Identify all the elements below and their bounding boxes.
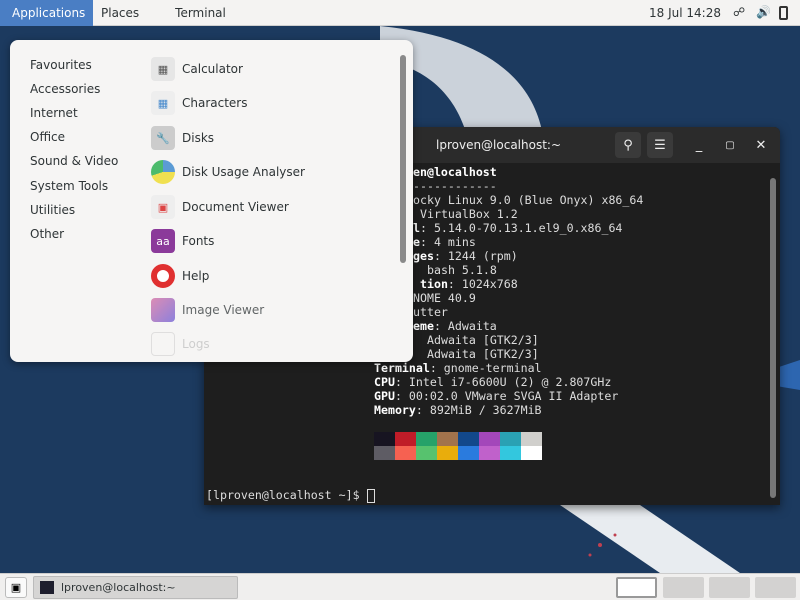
terminal-line: GPU: 00:02.0 VMware SVGA II Adapter — [374, 389, 619, 403]
terminal-line: Terminal: gnome-terminal — [374, 361, 542, 375]
app-fonts[interactable]: aa Fonts — [151, 228, 214, 254]
prompt-text: [lproven@localhost ~]$ — [206, 488, 367, 502]
close-icon[interactable]: ✕ — [748, 132, 774, 158]
text-cursor — [366, 488, 375, 503]
palette-swatch — [500, 432, 521, 446]
terminal-title: lproven@localhost:~ — [436, 138, 562, 152]
category-internet[interactable]: Internet — [30, 106, 78, 120]
workspace-4[interactable] — [755, 577, 796, 598]
menu-scrollbar[interactable] — [400, 55, 406, 263]
palette-swatch — [521, 446, 542, 460]
palette-swatch — [479, 432, 500, 446]
taskbar-window-label: lproven@localhost:~ — [61, 581, 176, 594]
app-label: Logs — [182, 337, 210, 351]
applications-label: Applications — [12, 5, 86, 20]
app-label: Disk Usage Analyser — [182, 165, 305, 179]
terminal-line: Memory: 892MiB / 3627MiB — [374, 403, 542, 417]
image-viewer-icon — [151, 298, 175, 322]
applications-menu-button[interactable]: Applications — [0, 0, 93, 26]
app-disk-usage-analyser[interactable]: Disk Usage Analyser — [151, 159, 305, 185]
palette-swatch — [458, 432, 479, 446]
palette-swatch — [416, 446, 437, 460]
app-label: Help — [182, 269, 210, 283]
app-calculator[interactable]: ▦ Calculator — [151, 56, 243, 82]
battery-icon[interactable] — [779, 6, 788, 20]
app-label: Characters — [182, 96, 248, 110]
characters-icon: ▦ — [151, 91, 175, 115]
fonts-icon: aa — [151, 229, 175, 253]
category-favourites[interactable]: Favourites — [30, 58, 92, 72]
app-label: Fonts — [182, 234, 215, 248]
app-characters[interactable]: ▦ Characters — [151, 90, 248, 116]
palette-swatch — [437, 446, 458, 460]
category-sound-video[interactable]: Sound & Video — [30, 154, 118, 168]
app-logs[interactable]: Logs — [151, 331, 210, 357]
terminal-line: ocky Linux 9.0 (Blue Onyx) x86_64 — [413, 193, 644, 207]
palette-swatch — [395, 446, 416, 460]
palette-swatch — [416, 432, 437, 446]
app-help[interactable]: Help — [151, 263, 209, 289]
palette-swatch — [374, 446, 395, 460]
taskbar-window-terminal[interactable]: lproven@localhost:~ — [33, 576, 238, 599]
places-menu-button[interactable]: Places — [93, 0, 147, 26]
palette-swatch — [500, 446, 521, 460]
show-desktop-icon[interactable]: ▣ — [5, 577, 27, 598]
network-icon[interactable]: ☍ — [733, 5, 745, 19]
palette-swatch — [521, 432, 542, 446]
pie-chart-icon — [151, 160, 175, 184]
document-viewer-icon: ▣ — [151, 195, 175, 219]
palette-swatch — [395, 432, 416, 446]
volume-icon[interactable]: 🔊 — [756, 5, 771, 19]
calculator-icon: ▦ — [151, 57, 175, 81]
bottom-taskbar: ▣ lproven@localhost:~ — [0, 573, 800, 600]
terminal-scrollbar[interactable] — [770, 178, 776, 498]
category-office[interactable]: Office — [30, 130, 65, 144]
app-label: Calculator — [182, 62, 243, 76]
workspace-3[interactable] — [709, 577, 750, 598]
terminal-icon — [40, 581, 54, 594]
hamburger-menu-icon[interactable]: ☰ — [647, 132, 673, 158]
disks-icon: 🔧 — [151, 126, 175, 150]
clock[interactable]: 18 Jul 14:28 — [641, 0, 729, 26]
category-utilities[interactable]: Utilities — [30, 203, 75, 217]
terminal-line: CPU: Intel i7-6600U (2) @ 2.807GHz — [374, 375, 612, 389]
workspace-2[interactable] — [663, 577, 704, 598]
app-label: Disks — [182, 131, 215, 145]
category-system-tools[interactable]: System Tools — [30, 179, 108, 193]
terminal-app-menu[interactable]: Terminal — [167, 0, 234, 26]
app-disks[interactable]: 🔧 Disks — [151, 125, 214, 151]
minimize-icon[interactable]: _ — [686, 132, 712, 158]
app-label: Document Viewer — [182, 200, 289, 214]
color-palette — [374, 432, 542, 460]
search-icon[interactable]: ⚲ — [615, 132, 641, 158]
palette-swatch — [374, 432, 395, 446]
maximize-icon[interactable]: ▢ — [717, 132, 743, 158]
logs-icon — [151, 332, 175, 356]
app-label: Image Viewer — [182, 303, 265, 317]
workspace-1[interactable] — [616, 577, 657, 598]
palette-swatch — [437, 432, 458, 446]
category-other[interactable]: Other — [30, 227, 64, 241]
shell-prompt[interactable]: [lproven@localhost ~]$ — [206, 488, 375, 503]
applications-menu: Favourites Accessories Internet Office S… — [10, 40, 413, 362]
top-bar: Applications Places Terminal 18 Jul 14:2… — [0, 0, 800, 26]
category-accessories[interactable]: Accessories — [30, 82, 100, 96]
app-document-viewer[interactable]: ▣ Document Viewer — [151, 194, 289, 220]
app-image-viewer[interactable]: Image Viewer — [151, 297, 264, 323]
palette-swatch — [479, 446, 500, 460]
palette-swatch — [458, 446, 479, 460]
lifebuoy-icon — [151, 264, 175, 288]
